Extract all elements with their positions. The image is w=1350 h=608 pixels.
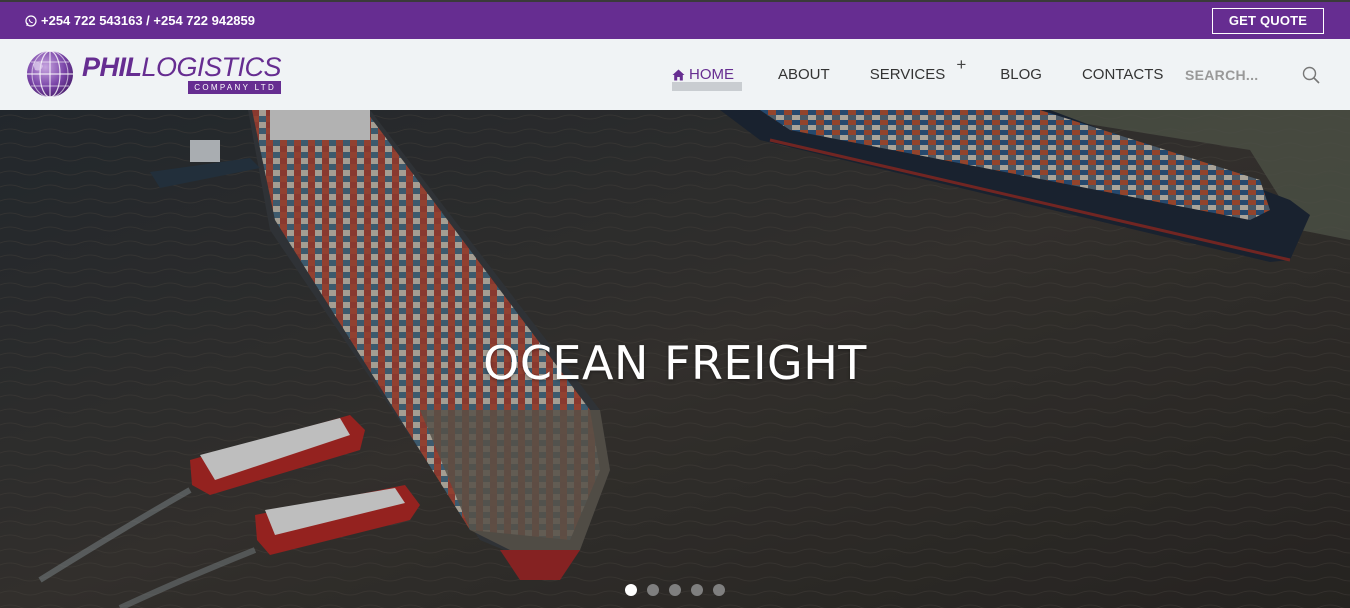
hero-slider: OCEAN FREIGHT <box>0 110 1350 608</box>
logo-subtitle: COMPANY LTD <box>188 80 282 94</box>
logo-wordmark: PHILLOGISTICS <box>82 51 282 82</box>
slide-dot-4[interactable] <box>691 584 703 596</box>
globe-icon <box>27 50 73 98</box>
top-bar: +254 722 543163 / +254 722 942859 GET QU… <box>0 0 1350 39</box>
slide-dot-3[interactable] <box>669 584 681 596</box>
slide-dot-5[interactable] <box>713 584 725 596</box>
slide-dot-2[interactable] <box>647 584 659 596</box>
home-icon <box>672 69 685 80</box>
nav-label-contacts: CONTACTS <box>1081 66 1164 83</box>
whatsapp-icon <box>25 14 37 27</box>
nav-item-blog[interactable]: BLOG <box>1000 39 1042 110</box>
nav-item-contacts[interactable]: CONTACTS <box>1082 39 1163 110</box>
get-quote-button[interactable]: GET QUOTE <box>1212 7 1324 34</box>
search-icon[interactable] <box>1302 66 1320 84</box>
slide-dot-1[interactable] <box>625 584 637 596</box>
nav-label-about: ABOUT <box>778 66 830 83</box>
nav-label-blog: BLOG <box>1000 66 1042 83</box>
submenu-plus-icon[interactable]: + <box>956 55 966 75</box>
active-indicator <box>672 82 742 91</box>
main-menu: HOME ABOUT SERVICES + BLOG CONTACTS <box>672 39 1163 110</box>
search-box <box>1185 63 1320 87</box>
search-input[interactable] <box>1185 67 1285 83</box>
nav-item-services[interactable]: SERVICES + <box>869 39 967 110</box>
main-navbar: PHILLOGISTICS COMPANY LTD HOME ABOUT SER… <box>0 39 1350 110</box>
phone-numbers: +254 722 543163 / +254 722 942859 <box>41 13 255 28</box>
company-logo[interactable]: PHILLOGISTICS COMPANY LTD <box>25 50 282 98</box>
phone-contact[interactable]: +254 722 543163 / +254 722 942859 <box>25 13 255 28</box>
nav-item-about[interactable]: ABOUT <box>778 39 830 110</box>
slider-pagination <box>625 584 735 596</box>
nav-item-home[interactable]: HOME <box>672 39 742 110</box>
nav-label-home: HOME <box>689 66 734 83</box>
nav-label-services: SERVICES <box>869 66 946 83</box>
hero-title: OCEAN FREIGHT <box>483 336 867 390</box>
